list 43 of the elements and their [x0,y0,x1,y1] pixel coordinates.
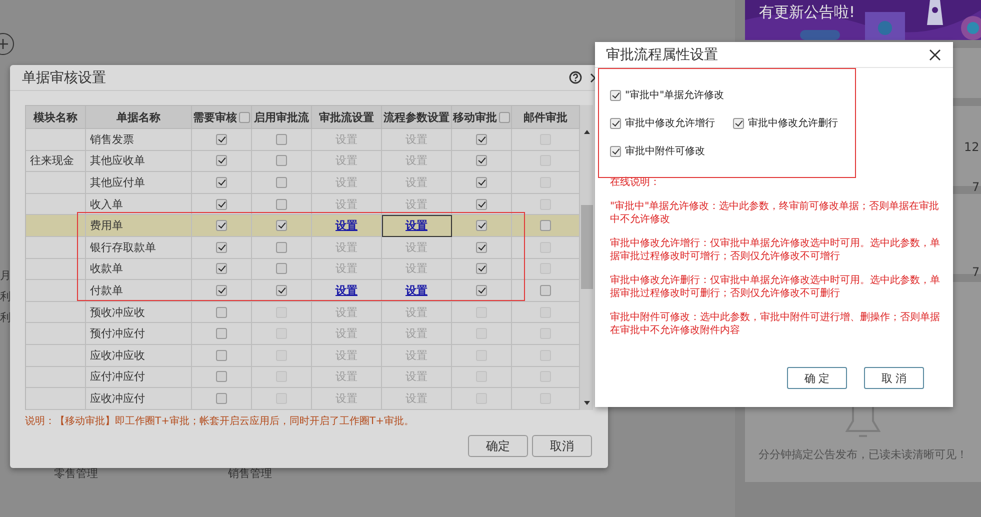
module-label[interactable]: 销售管理 [228,466,272,481]
table-cell: 应收冲应付 [86,388,192,410]
count-label: 7 [972,265,980,279]
menu-label: 月 [0,268,11,283]
settings-link[interactable]: 设置 [336,218,358,234]
dialog-button[interactable]: 确定 [468,435,528,457]
table-row[interactable]: 费用单 设置 设置 [26,215,580,237]
banner-title: 有更新公告啦! [759,3,856,22]
help-text: 审批中修改允许增行：仅审批中单据允许修改选中时可用。选中此参数，单据审批过程修改时可增行；否则仅允许修改不可增行 [610,237,941,263]
help-text: 审批中修改允许删行：仅审批中单据允许修改选中时可用。选中此参数，单据审批过程修改时可删行；否则仅允许修改不可删行 [610,274,941,300]
menu-label: 利 [0,310,11,325]
count-label: 12 [964,140,980,154]
table-row[interactable]: 收入单 设置 设置 [26,194,580,216]
settings-link[interactable]: 设置 [336,282,358,298]
table-row[interactable]: 其他应付单 设置 设置 [26,172,580,194]
dialog-title: 单据审核设置 [22,68,107,86]
count-label: 7 [972,180,980,194]
dialog-button[interactable]: 确 定 [787,367,847,389]
option-checkbox[interactable]: "审批中"单据允许修改 [610,88,724,102]
option-checkbox[interactable]: 审批中附件可修改 [610,144,705,158]
table-row[interactable]: 应收冲应收 设置 设置 [26,344,580,367]
table-row[interactable]: 付款单 设置 设置 [26,280,580,302]
table-row[interactable]: 应付冲应付 设置 设置 [26,366,580,388]
note-text: 说明：【移动审批】即工作圈T+审批；帐套开启云应用后，同时开启了工作圈T+审批。 [25,414,415,428]
notice-text: 分分钟搞定公告发布，已读未读清晰可见！ [758,447,968,462]
table-row[interactable]: 往来现金 其他应收单 设置 设置 [26,150,580,172]
dialog-title: 审批流程属性设置 [606,46,718,64]
help-text: 审批中附件可修改：选中此参数，审批中附件可进行增、删操作；否则单据在审批中不允许修改附件内容 [610,311,941,337]
settings-link[interactable]: 设置 [406,218,428,234]
settings-link[interactable]: 设置 [406,282,428,298]
dialog-button[interactable]: 取消 [532,435,592,457]
table-row[interactable]: 预收冲应收 设置 设置 [26,302,580,324]
table-row[interactable]: 销售发票 设置 设置 [26,129,580,151]
table-row[interactable]: 收款单 设置 设置 [26,258,580,280]
help-text: "审批中"单据允许修改：选中此参数，终审前可修改单据；否则单据在审批中不允许修改 [610,200,940,226]
module-label[interactable]: 零售管理 [54,466,98,481]
menu-label: 利 [0,289,11,304]
table-row[interactable]: 预付冲应付 设置 设置 [26,323,580,345]
dialog-button[interactable]: 取 消 [864,367,924,389]
option-checkbox[interactable]: 审批中修改允许增行 [610,116,715,130]
table-row[interactable]: 银行存取款单 设置 设置 [26,236,580,259]
table-row[interactable]: 应收冲应付 设置 设置 [26,388,580,410]
option-checkbox[interactable]: 审批中修改允许删行 [733,116,838,130]
